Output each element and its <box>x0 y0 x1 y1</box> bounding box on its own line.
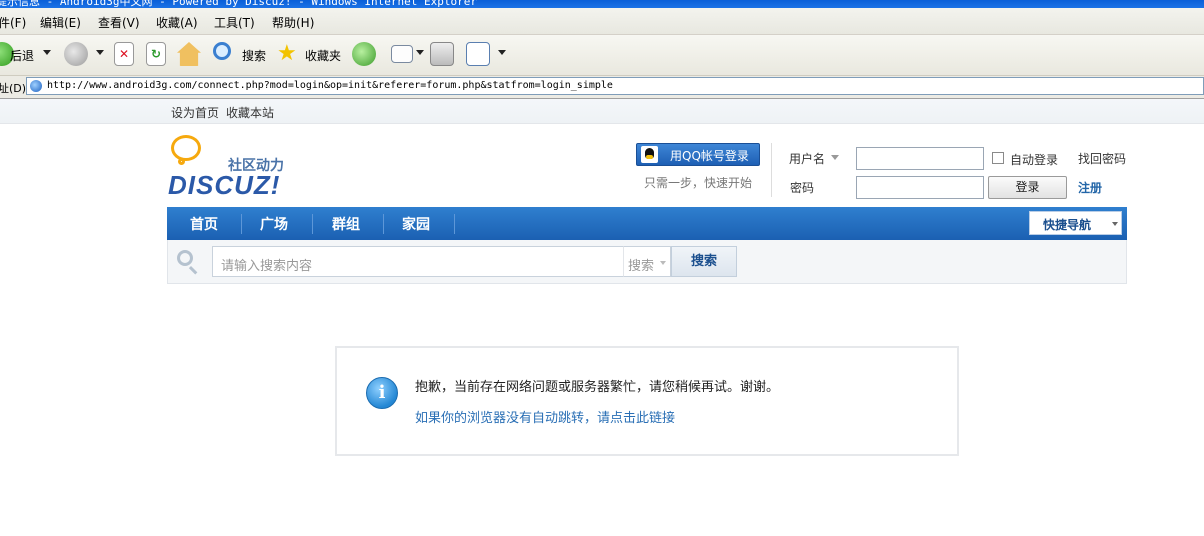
menu-edit[interactable]: 编辑(E) <box>40 14 81 31</box>
nav-divider <box>312 214 313 234</box>
username-label[interactable]: 用户名 <box>789 150 825 167</box>
address-url[interactable]: http://www.android3g.com/connect.php?mod… <box>47 80 613 91</box>
edit-icon[interactable] <box>466 42 490 66</box>
search-placeholder: 请输入搜索内容 <box>221 259 313 274</box>
password-input[interactable] <box>856 176 984 199</box>
search-toolbar-icon[interactable] <box>213 42 231 60</box>
auto-login-checkbox[interactable] <box>992 152 1004 164</box>
logo-bubble-icon[interactable] <box>171 135 201 161</box>
favorites-icon[interactable]: ★ <box>277 42 301 66</box>
search-toolbar-label[interactable]: 搜索 <box>242 47 266 64</box>
address-bar: 址(D) http://www.android3g.com/connect.ph… <box>0 76 1204 99</box>
mail-dropdown-icon[interactable] <box>416 50 424 55</box>
stop-icon[interactable]: ✕ <box>114 42 134 66</box>
qq-login-label: 用QQ帐号登录 <box>670 149 749 163</box>
username-input[interactable] <box>856 147 984 170</box>
login-button[interactable]: 登录 <box>988 176 1067 199</box>
forward-dropdown-icon[interactable] <box>96 50 104 55</box>
message-box <box>335 346 959 456</box>
search-input[interactable]: 请输入搜索内容 <box>212 246 624 277</box>
nav-divider <box>383 214 384 234</box>
menu-view[interactable]: 查看(V) <box>98 14 140 31</box>
qq-penguin-icon <box>641 146 658 163</box>
nav-divider <box>454 214 455 234</box>
quick-nav-dropdown-icon <box>1112 222 1118 226</box>
menu-tools[interactable]: 工具(T) <box>214 14 255 31</box>
home-icon[interactable] <box>177 42 201 66</box>
nav-item-home-space[interactable]: 家园 <box>402 214 430 234</box>
error-message: 抱歉，当前存在网络问题或服务器繁忙，请您稍候再试。谢谢。 <box>415 380 780 395</box>
info-icon: i <box>366 377 398 409</box>
search-icon <box>177 250 193 266</box>
password-label: 密码 <box>790 181 815 195</box>
back-dropdown-icon[interactable] <box>43 50 51 55</box>
favorites-label[interactable]: 收藏夹 <box>305 47 341 64</box>
address-input[interactable]: http://www.android3g.com/connect.php?mod… <box>26 77 1204 95</box>
edit-dropdown-icon[interactable] <box>498 50 506 55</box>
bookmark-site-link[interactable]: 收藏本站 <box>226 104 274 121</box>
print-icon[interactable] <box>430 42 454 66</box>
window-title: 提示信息 - Android3g中文网 - Powered by Discuz!… <box>0 0 477 8</box>
mail-icon[interactable] <box>391 45 413 63</box>
search-button[interactable]: 搜索 <box>671 246 737 277</box>
menu-help[interactable]: 帮助(H) <box>272 14 314 31</box>
redirect-link[interactable]: 如果你的浏览器没有自动跳转，请点击此链接 <box>415 407 675 426</box>
menu-favorites[interactable]: 收藏(A) <box>156 14 198 31</box>
quick-nav-label: 快捷导航 <box>1043 218 1092 232</box>
quick-nav-button[interactable]: 快捷导航 <box>1029 211 1122 235</box>
back-button-label[interactable]: 后退 <box>10 47 34 64</box>
logo-wordmark[interactable]: DISCUZ! <box>168 170 280 201</box>
refresh-icon[interactable]: ↻ <box>146 42 166 66</box>
find-password-link[interactable]: 找回密码 <box>1078 150 1126 167</box>
address-label: 址(D) <box>0 82 27 95</box>
menu-bar: 件(F) 编辑(E) 查看(V) 收藏(A) 工具(T) 帮助(H) <box>0 8 1204 35</box>
register-link[interactable]: 注册 <box>1078 179 1102 196</box>
logo-bubble-tail-icon <box>178 158 185 165</box>
qq-login-subtext: 只需一步，快速开始 <box>644 176 753 190</box>
search-type-dropdown-icon <box>660 261 666 265</box>
main-nav: 首页 广场 群组 家园 快捷导航 <box>167 207 1127 240</box>
nav-item-plaza[interactable]: 广场 <box>260 214 288 234</box>
set-homepage-link[interactable]: 设为首页 <box>171 104 219 121</box>
history-icon[interactable] <box>352 42 376 66</box>
ie-page-icon <box>30 80 42 92</box>
auto-login-label[interactable]: 自动登录 <box>1010 151 1058 168</box>
window-title-bar: 提示信息 - Android3g中文网 - Powered by Discuz!… <box>0 0 1204 8</box>
search-type-select[interactable]: 搜索 <box>623 246 671 277</box>
nav-item-home[interactable]: 首页 <box>190 214 218 234</box>
forward-icon[interactable] <box>64 42 88 66</box>
nav-item-groups[interactable]: 群组 <box>332 214 360 234</box>
qq-login-button[interactable]: 用QQ帐号登录 <box>636 143 760 166</box>
username-type-dropdown-icon[interactable] <box>831 155 839 160</box>
menu-file[interactable]: 件(F) <box>0 14 26 31</box>
search-type-label: 搜索 <box>628 259 655 274</box>
nav-divider <box>241 214 242 234</box>
browser-toolbar: 后退 ✕ ↻ 搜索 ★ 收藏夹 <box>0 35 1204 76</box>
login-divider <box>771 143 772 197</box>
